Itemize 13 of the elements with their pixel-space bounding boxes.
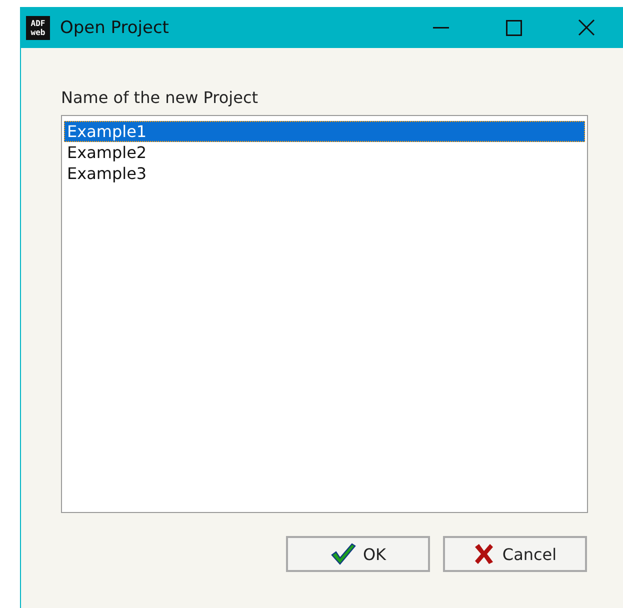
ok-button[interactable]: OK (286, 536, 430, 572)
project-item[interactable]: Example2 (64, 142, 585, 163)
minimize-icon (432, 26, 448, 28)
x-mark-icon (473, 543, 496, 565)
project-item[interactable]: Example1 (64, 121, 585, 142)
window-title: Open Project (60, 18, 170, 38)
checkmark-icon (330, 543, 356, 565)
project-item[interactable]: Example3 (64, 163, 585, 184)
maximize-icon (506, 20, 522, 36)
cancel-button[interactable]: Cancel (443, 536, 587, 572)
app-icon: ADF web (26, 16, 50, 40)
field-label: Name of the new Project (61, 88, 260, 107)
close-icon (578, 19, 595, 36)
